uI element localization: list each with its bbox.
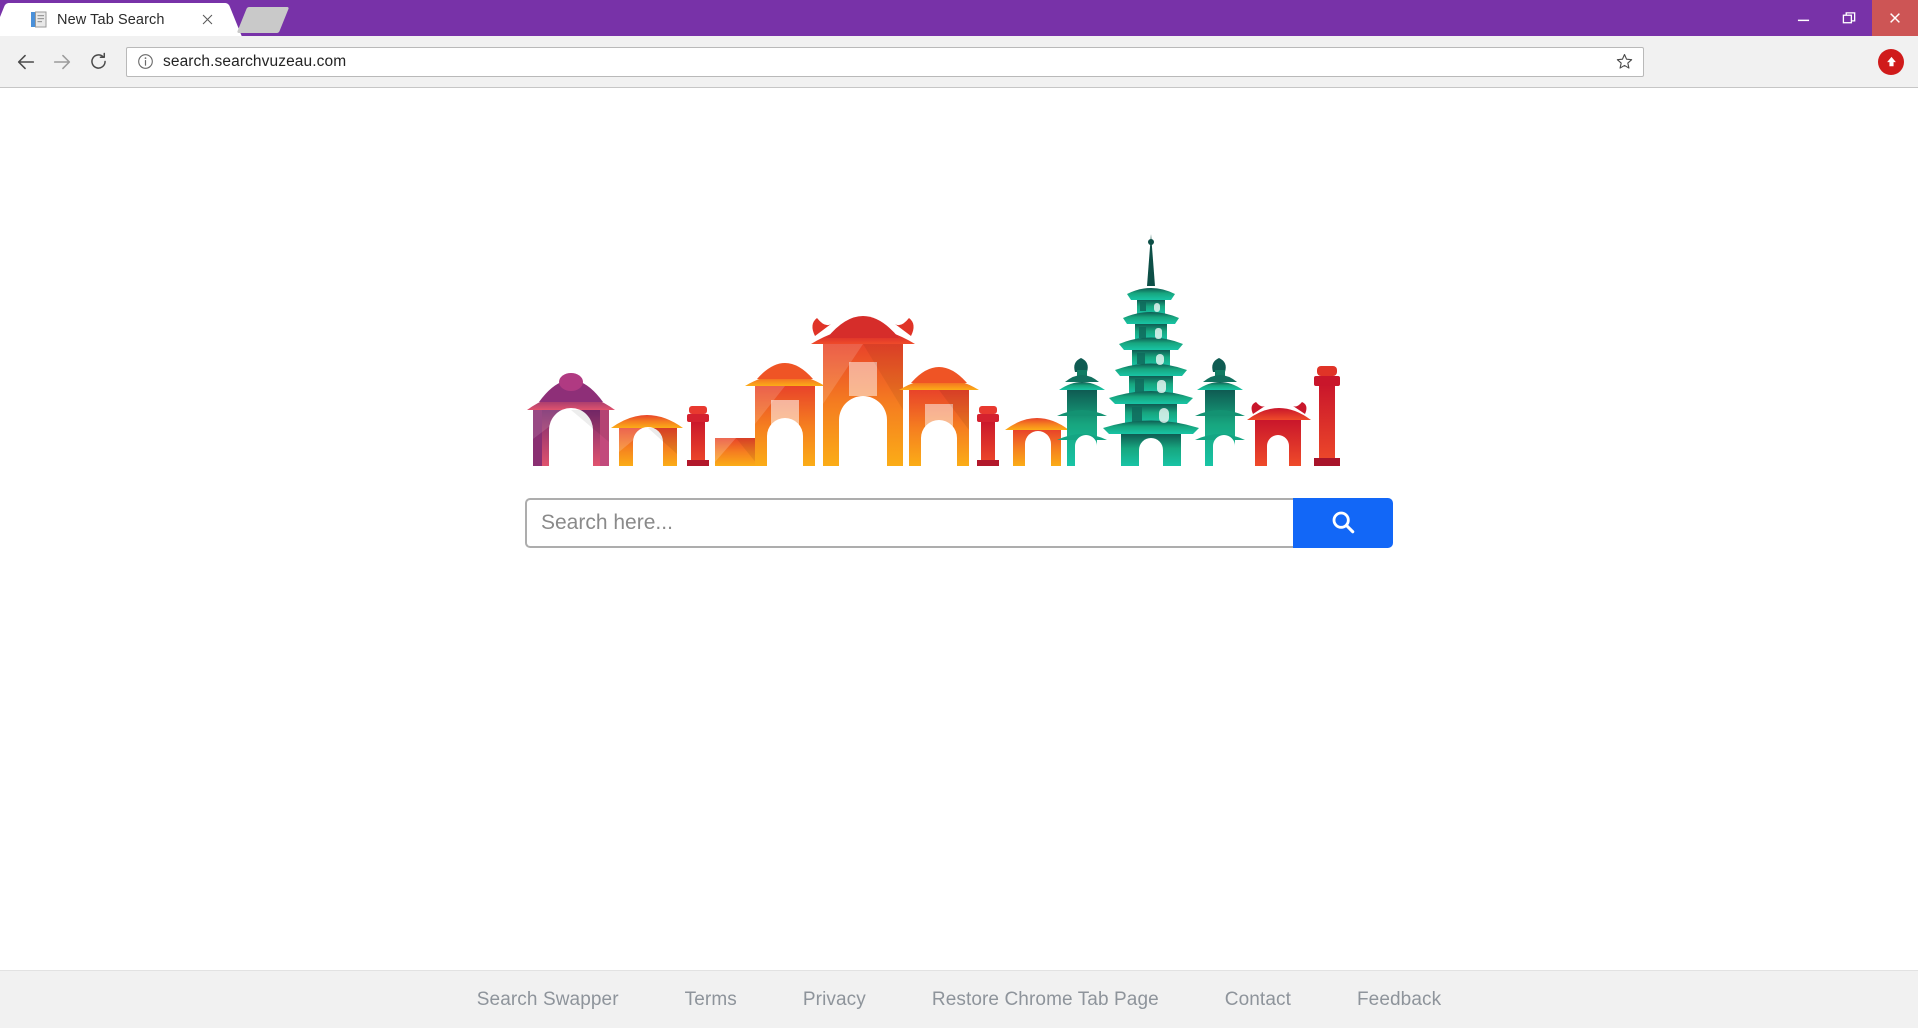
- url-text[interactable]: search.searchvuzeau.com: [163, 53, 1615, 71]
- window-controls: [1780, 0, 1918, 36]
- close-button[interactable]: [1872, 0, 1918, 36]
- page-content: Search Swapper Terms Privacy Restore Chr…: [0, 88, 1918, 1028]
- bookmark-star-icon[interactable]: [1615, 52, 1635, 72]
- restore-button[interactable]: [1826, 0, 1872, 36]
- skyline-logo-illustration: [519, 224, 1399, 474]
- red-up-arrow-extension-icon[interactable]: [1878, 49, 1904, 75]
- footer-link-privacy[interactable]: Privacy: [803, 989, 866, 1011]
- browser-window: New Tab Search: [0, 0, 1918, 1028]
- footer-link-contact[interactable]: Contact: [1225, 989, 1291, 1011]
- browser-tab[interactable]: New Tab Search: [8, 3, 226, 36]
- footer-link-feedback[interactable]: Feedback: [1357, 989, 1441, 1011]
- page-footer: Search Swapper Terms Privacy Restore Chr…: [0, 970, 1918, 1028]
- tab-close-icon[interactable]: [198, 11, 216, 29]
- search-bar: [525, 498, 1393, 548]
- search-input[interactable]: [525, 498, 1293, 548]
- address-bar[interactable]: search.searchvuzeau.com: [126, 47, 1644, 77]
- new-tab-button[interactable]: [237, 7, 290, 33]
- minimize-button[interactable]: [1780, 0, 1826, 36]
- page-document-icon: [30, 11, 47, 28]
- reload-icon[interactable]: [80, 44, 116, 80]
- back-arrow-icon[interactable]: [8, 44, 44, 80]
- footer-link-restore-chrome-tab-page[interactable]: Restore Chrome Tab Page: [932, 989, 1159, 1011]
- search-submit-button[interactable]: [1293, 498, 1393, 548]
- skyline-logo-svg: [519, 224, 1399, 474]
- tab-title: New Tab Search: [57, 12, 198, 28]
- forward-arrow-icon[interactable]: [44, 44, 80, 80]
- footer-link-terms[interactable]: Terms: [685, 989, 737, 1011]
- tab-strip: New Tab Search: [0, 0, 284, 36]
- page-info-icon[interactable]: [137, 53, 155, 71]
- search-magnifier-icon: [1330, 509, 1356, 538]
- title-bar: New Tab Search: [0, 0, 1918, 36]
- footer-link-search-swapper[interactable]: Search Swapper: [477, 989, 619, 1011]
- browser-toolbar: search.searchvuzeau.com: [0, 36, 1918, 88]
- search-page-main: [0, 88, 1918, 970]
